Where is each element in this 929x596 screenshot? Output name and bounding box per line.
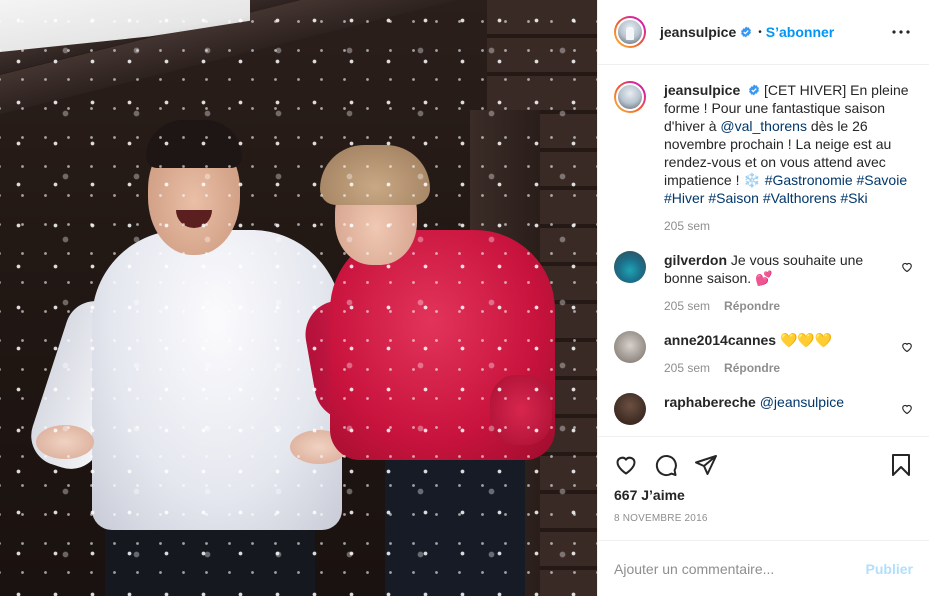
falling-snow xyxy=(0,0,597,596)
more-horizontal-icon[interactable] xyxy=(889,20,913,44)
comment-text: 💛💛💛 xyxy=(779,332,833,348)
publish-button[interactable]: Publier xyxy=(866,561,913,577)
commenter-username[interactable]: anne2014cannes xyxy=(664,332,776,348)
post-date[interactable]: 8 NOVEMBRE 2016 xyxy=(614,513,913,524)
likes-count[interactable]: 667 J’aime xyxy=(614,487,913,503)
post-actions: 667 J’aime 8 NOVEMBRE 2016 xyxy=(598,436,929,540)
post-header: jeansulpice • S’abonner xyxy=(598,0,929,65)
comment-time[interactable]: 205 sem xyxy=(664,297,710,315)
like-comment-heart-icon[interactable] xyxy=(901,341,913,353)
caption-username[interactable]: jeansulpice xyxy=(664,82,740,98)
commenter-avatar[interactable] xyxy=(614,393,646,425)
separator-dot: • xyxy=(758,26,762,38)
add-comment-bar: Publier xyxy=(598,540,929,596)
like-comment-heart-icon[interactable] xyxy=(901,403,913,415)
comment-input[interactable] xyxy=(614,560,866,577)
share-icon[interactable] xyxy=(694,453,718,477)
author-avatar[interactable] xyxy=(614,16,646,48)
reply-button[interactable]: Répondre xyxy=(724,297,780,315)
comment-mention-link[interactable]: @jeansulpice xyxy=(760,394,844,410)
comment-icon[interactable] xyxy=(654,453,678,477)
caption-time[interactable]: 205 sem xyxy=(664,217,710,235)
instagram-post: jeansulpice • S’abonner jeansulpice [CET… xyxy=(0,0,929,596)
comment-item: gilverdon Je vous souhaite une bonne sai… xyxy=(614,251,913,315)
commenter-avatar[interactable] xyxy=(614,331,646,363)
caption-avatar[interactable] xyxy=(614,81,646,113)
heart-icon[interactable] xyxy=(614,453,638,477)
post-side-panel: jeansulpice • S’abonner jeansulpice [CET… xyxy=(597,0,929,596)
caption-mention-link[interactable]: @val_thorens xyxy=(720,118,807,134)
author-username[interactable]: jeansulpice xyxy=(660,24,736,40)
commenter-avatar[interactable] xyxy=(614,251,646,283)
verified-badge-icon xyxy=(749,84,760,96)
commenter-username[interactable]: raphabereche xyxy=(664,394,756,410)
verified-badge-icon xyxy=(741,26,752,38)
caption: jeansulpice [CET HIVER] En pleine forme … xyxy=(614,81,913,235)
reply-button[interactable]: Répondre xyxy=(724,359,780,377)
bookmark-icon[interactable] xyxy=(889,453,913,477)
commenter-username[interactable]: gilverdon xyxy=(664,252,727,268)
like-comment-heart-icon[interactable] xyxy=(901,261,913,273)
comment-item: raphabereche @jeansulpice xyxy=(614,393,913,425)
follow-button[interactable]: S’abonner xyxy=(766,24,834,40)
comments-list[interactable]: jeansulpice [CET HIVER] En pleine forme … xyxy=(598,65,929,436)
comment-item: anne2014cannes 💛💛💛 205 sem Répondre xyxy=(614,331,913,377)
comment-time[interactable]: 205 sem xyxy=(664,359,710,377)
post-photo[interactable] xyxy=(0,0,597,596)
